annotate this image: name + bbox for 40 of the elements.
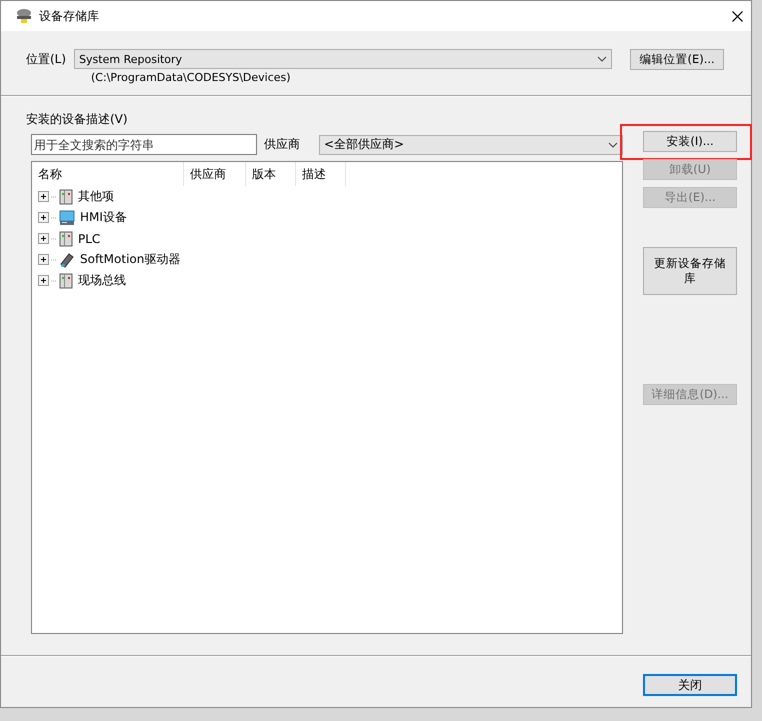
close-button[interactable]: 关闭 [643, 674, 737, 696]
module-icon [59, 272, 73, 288]
location-dropdown[interactable]: System Repository [74, 49, 612, 69]
expand-icon[interactable] [38, 254, 49, 265]
edit-location-button[interactable]: 编辑位置(E)... [630, 49, 724, 70]
cylinder-icon [59, 252, 75, 268]
section-label: 安装的设备描述(V) [26, 111, 129, 128]
connector-line [51, 280, 57, 282]
module-icon [59, 230, 73, 246]
tree-item[interactable]: SoftMotion驱动器 [80, 251, 180, 268]
connector-line [51, 238, 57, 240]
monitor-icon [59, 210, 75, 226]
repository-icon [15, 8, 33, 24]
connector-line [51, 196, 57, 198]
vendor-dropdown[interactable]: <全部供应商> [319, 134, 623, 154]
chevron-down-icon[interactable] [597, 56, 608, 62]
tree-item[interactable]: PLC [78, 232, 100, 246]
connector-line [51, 216, 57, 218]
module-icon [59, 188, 73, 204]
connector-line [51, 258, 57, 260]
column-header[interactable]: 版本 [246, 162, 296, 186]
search-field[interactable]: 用于全文搜索的字符串 [31, 134, 257, 155]
expand-icon[interactable] [38, 233, 49, 244]
vendor-label: 供应商 [264, 136, 300, 153]
expand-icon[interactable] [38, 191, 49, 202]
side-button[interactable]: 更新设备存储库 [643, 247, 737, 295]
expand-icon[interactable] [38, 275, 49, 286]
tree-item[interactable]: 现场总线 [78, 272, 126, 289]
tree-item[interactable]: HMI设备 [80, 209, 127, 226]
column-header[interactable]: 供应商 [184, 162, 246, 186]
location-label: 位置(L) [26, 51, 66, 68]
chevron-down-icon[interactable] [608, 142, 618, 148]
window-title: 设备存储库 [39, 8, 100, 24]
expand-icon[interactable] [38, 212, 49, 223]
column-header[interactable]: 描述 [296, 162, 346, 186]
tree-item[interactable]: 其他项 [78, 188, 114, 205]
location-path: (C:\ProgramData\CODESYS\Devices) [91, 71, 291, 84]
close-icon[interactable] [732, 10, 743, 22]
side-button[interactable]: 安装(I)... [643, 131, 737, 152]
column-header[interactable]: 名称 [32, 162, 184, 186]
